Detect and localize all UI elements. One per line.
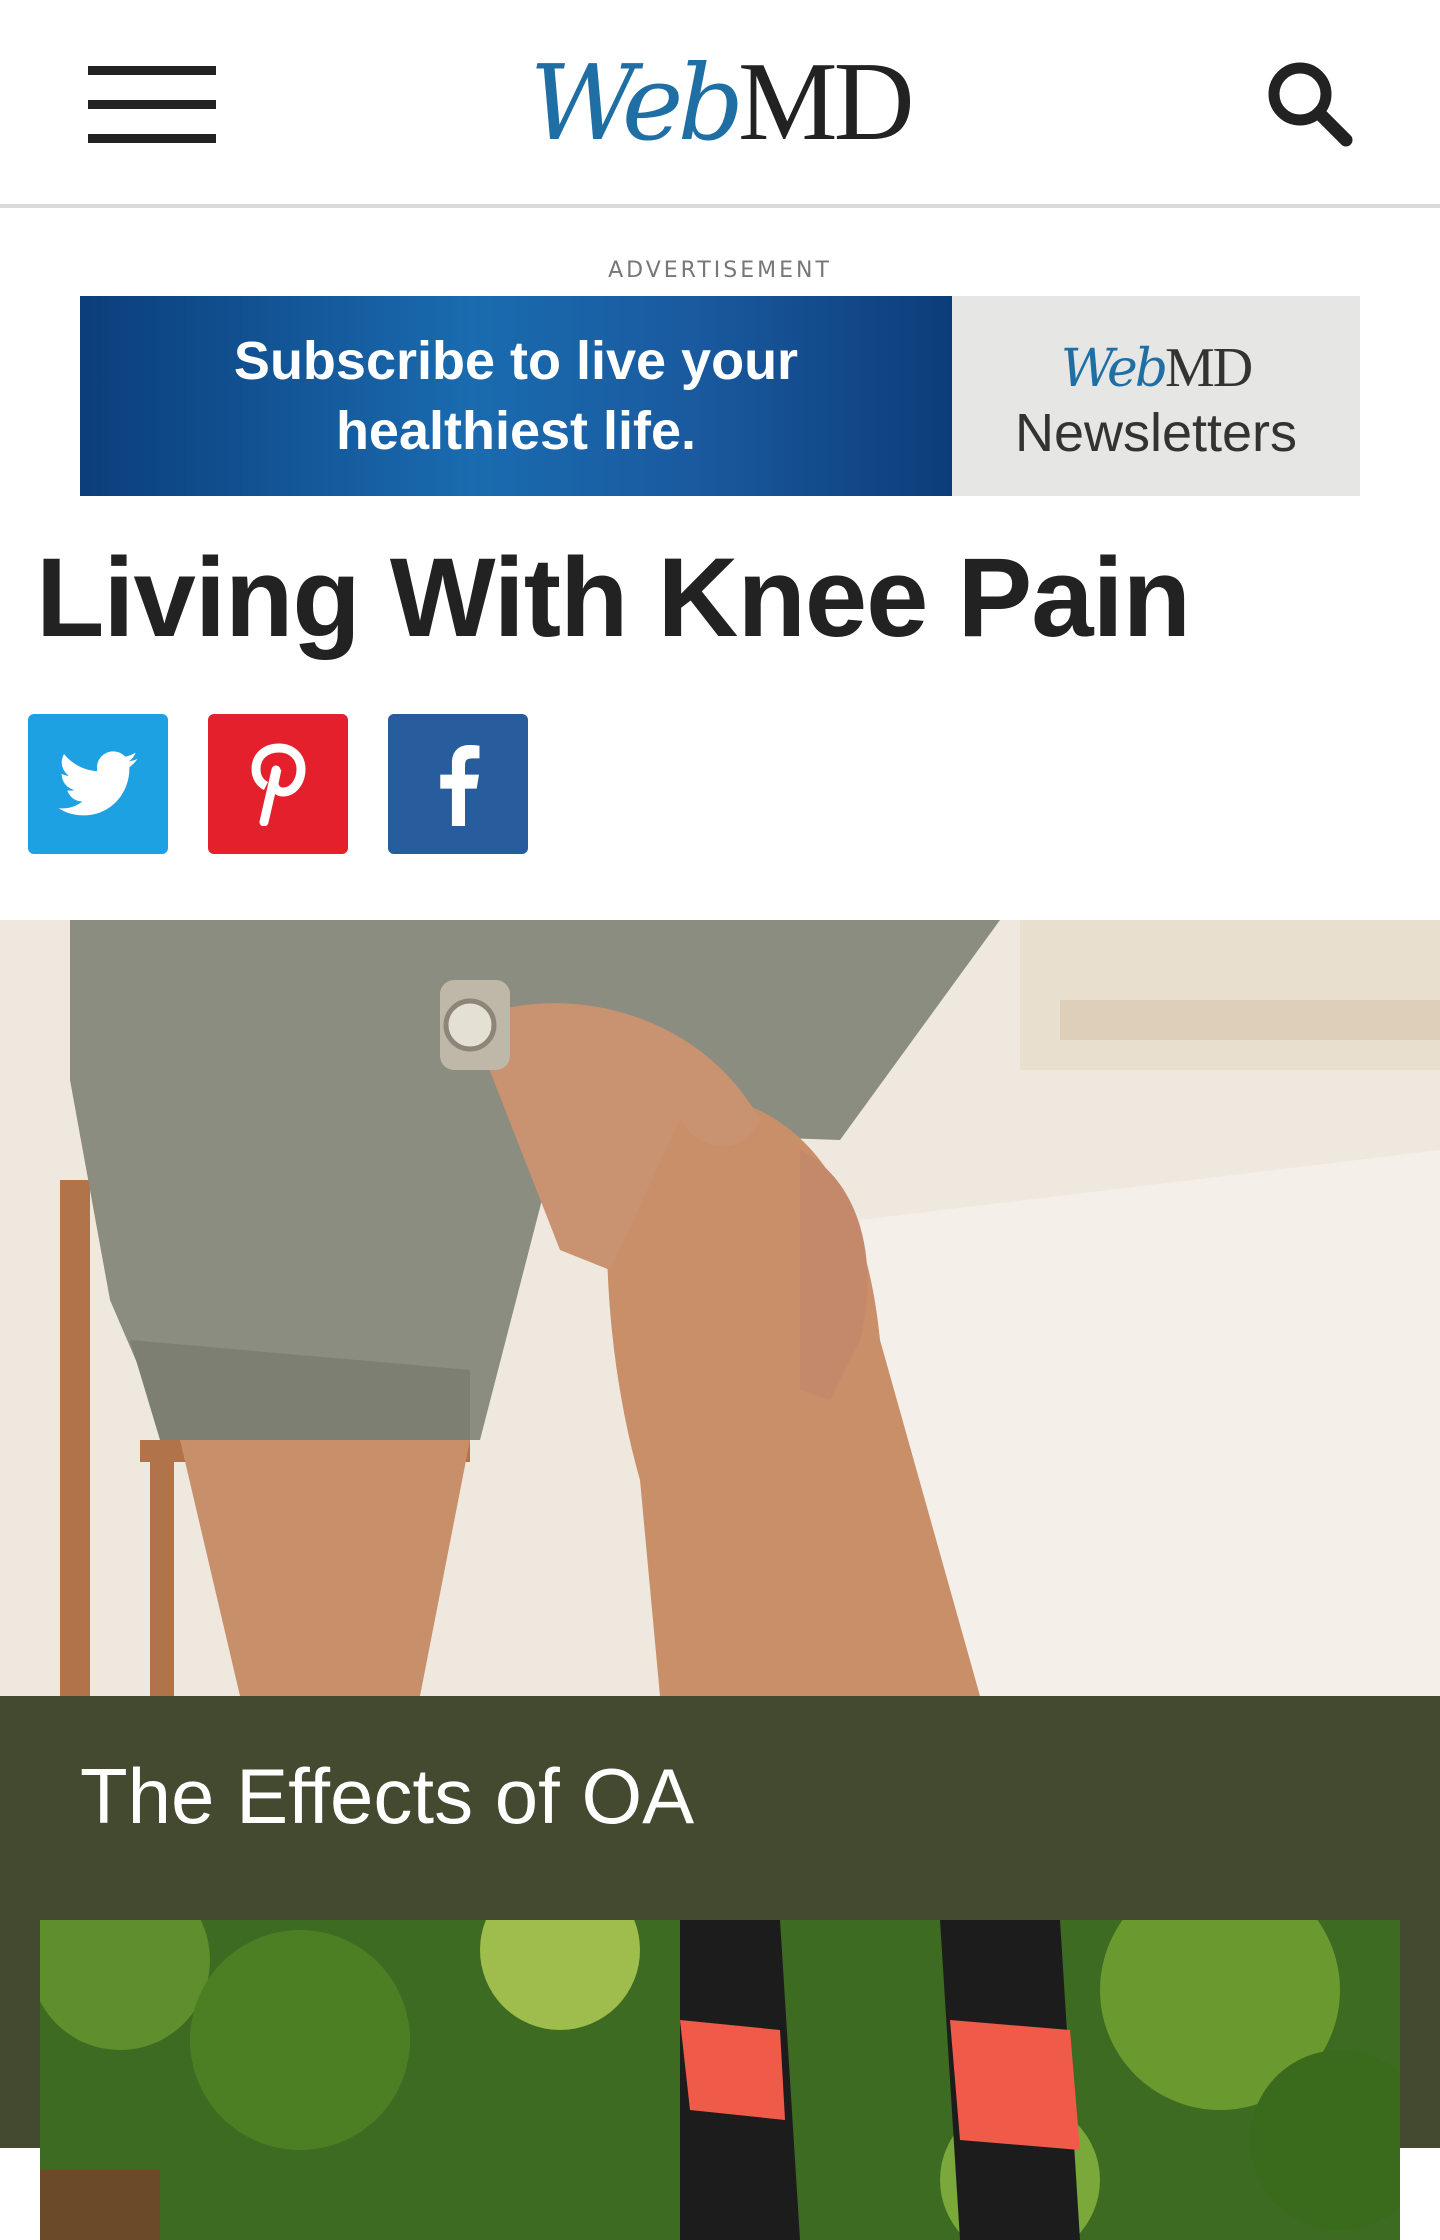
site-header: WebMD xyxy=(0,0,1440,208)
menu-line xyxy=(88,66,216,75)
ad-logo-web-text: Web xyxy=(1060,339,1168,399)
page-background xyxy=(0,2148,40,2240)
ad-webmd-logo: WebMD xyxy=(952,337,1360,399)
pinterest-icon xyxy=(251,743,306,826)
ad-logo-md-text: MD xyxy=(1165,337,1253,399)
menu-line xyxy=(88,100,216,109)
ad-headline: Subscribe to live your healthiest life. xyxy=(233,331,799,461)
newsletter-ad-banner[interactable]: Subscribe to live your healthiest life. … xyxy=(80,296,1360,496)
logo-md-text: MD xyxy=(738,40,914,164)
slide-caption: The Effects of OA xyxy=(80,1752,695,1840)
page-background xyxy=(1400,2148,1440,2240)
ad-headline-panel: Subscribe to live your healthiest life. xyxy=(80,296,952,496)
page-title: Living With Knee Pain xyxy=(36,535,1191,660)
twitter-share-button[interactable] xyxy=(28,714,168,854)
facebook-icon xyxy=(440,745,480,826)
logo-web-text: Web xyxy=(529,42,744,164)
search-icon[interactable] xyxy=(1262,56,1358,152)
advertisement-label: ADVERTISEMENT xyxy=(608,258,832,283)
hamburger-menu-icon[interactable] xyxy=(88,66,216,146)
facebook-share-button[interactable] xyxy=(388,714,528,854)
ad-newsletters-text: Newsletters xyxy=(1014,403,1298,463)
twitter-icon xyxy=(58,751,138,816)
next-slide-photo[interactable] xyxy=(40,1920,1400,2240)
menu-line xyxy=(88,134,216,143)
pinterest-share-button[interactable] xyxy=(208,714,348,854)
knee-pain-photo xyxy=(0,920,1440,1696)
ad-brand-panel: WebMD Newsletters xyxy=(952,296,1360,496)
webmd-logo[interactable]: WebMD xyxy=(490,40,950,164)
